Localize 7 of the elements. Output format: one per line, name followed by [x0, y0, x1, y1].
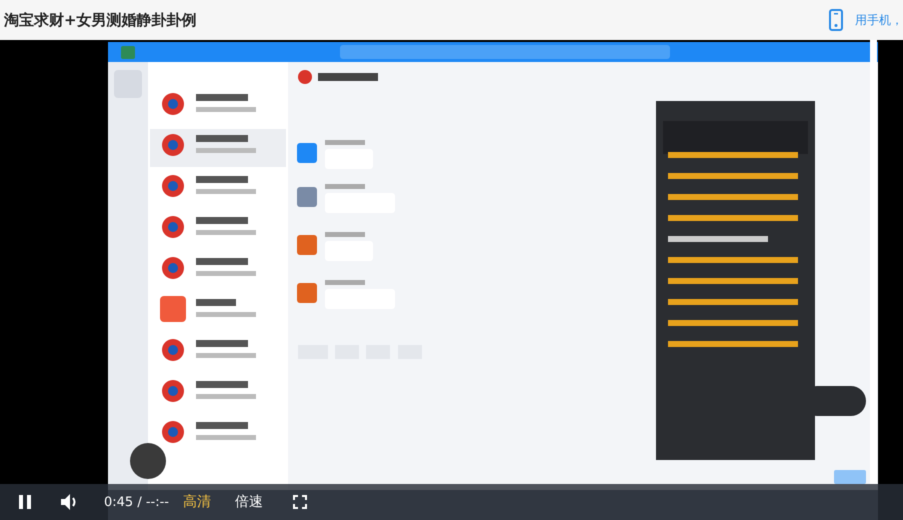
playback-time: 0:45 / --:--: [104, 494, 169, 510]
fullscreen-button[interactable]: [292, 495, 307, 509]
speed-button[interactable]: 倍速: [234, 493, 263, 511]
quality-button[interactable]: 高清: [182, 493, 211, 511]
pause-button[interactable]: [18, 494, 32, 510]
video-title: 淘宝求财+女男测婚静卦卦例: [4, 10, 198, 30]
phone-icon: [829, 9, 843, 31]
